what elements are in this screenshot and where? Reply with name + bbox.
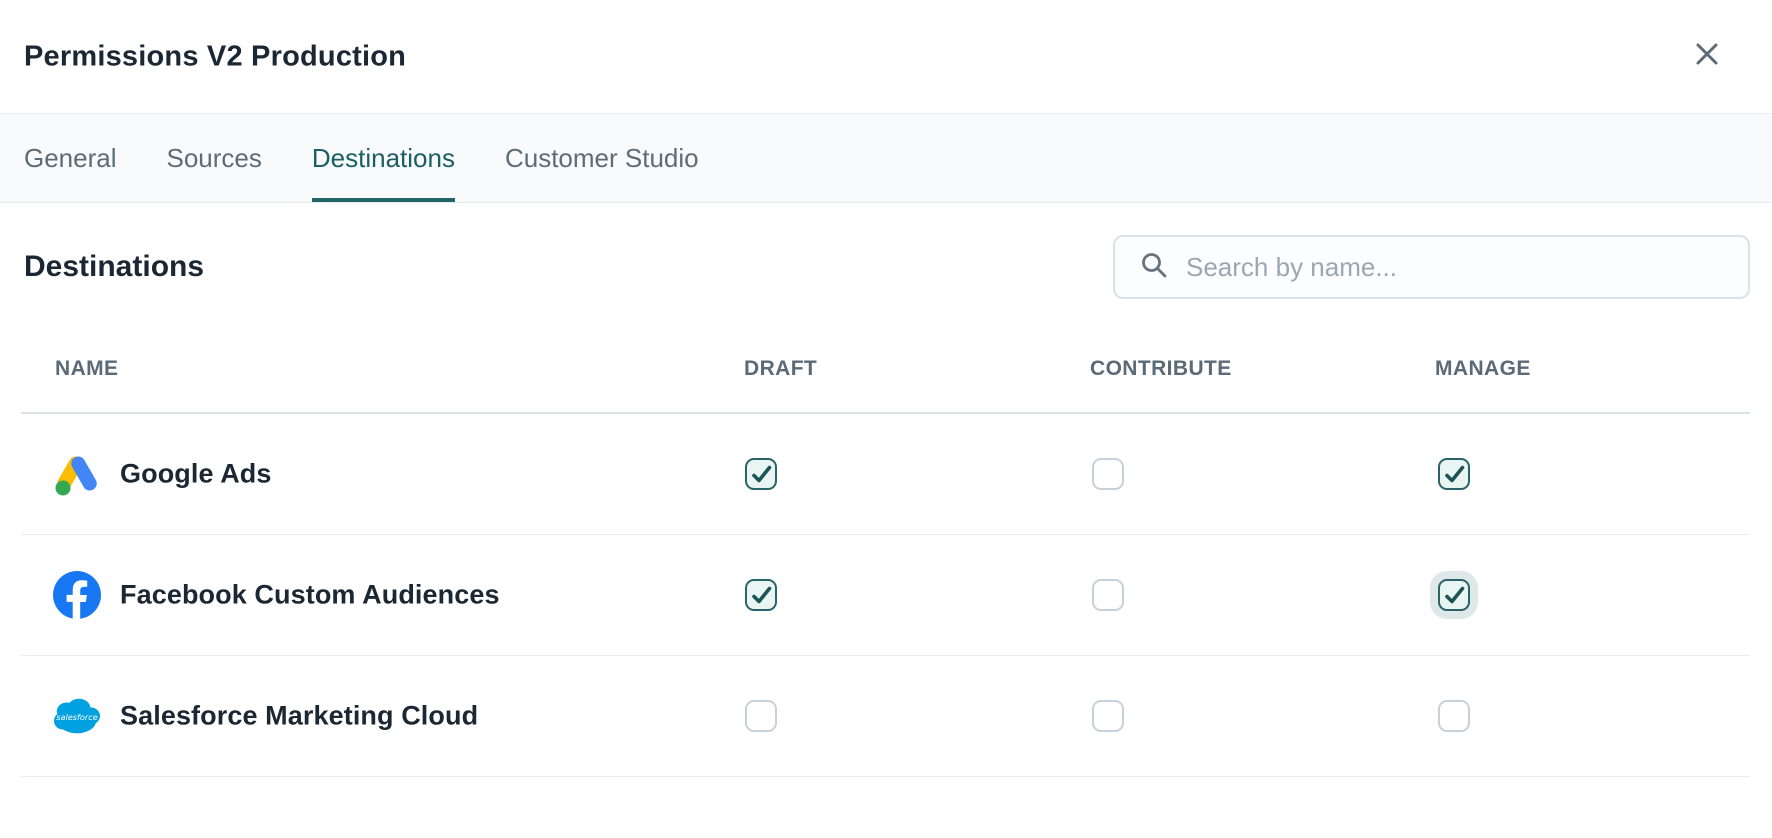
destination-name: Google Ads — [120, 459, 272, 490]
checkbox-manage[interactable] — [1438, 458, 1470, 490]
destinations-table: NAME DRAFT CONTRIBUTE MANAGE Google Ads … — [21, 299, 1750, 777]
column-header-draft: DRAFT — [744, 357, 817, 381]
close-icon — [1691, 38, 1723, 73]
column-header-manage: MANAGE — [1435, 357, 1531, 381]
tab-destinations[interactable]: Destinations — [312, 114, 455, 202]
tab-sources[interactable]: Sources — [167, 114, 262, 202]
checkbox-contribute[interactable] — [1092, 458, 1124, 490]
check-icon — [749, 583, 773, 607]
search-icon — [1139, 250, 1169, 285]
table-row: Google Ads — [21, 414, 1750, 535]
svg-text:salesforce: salesforce — [56, 712, 98, 722]
check-icon — [1442, 583, 1466, 607]
salesforce-logo: salesforce — [53, 692, 101, 740]
check-icon — [1442, 462, 1466, 486]
google-ads-logo — [53, 450, 101, 498]
search-box — [1113, 235, 1750, 299]
checkbox-contribute[interactable] — [1092, 579, 1124, 611]
table-header-row: NAME DRAFT CONTRIBUTE MANAGE — [21, 299, 1750, 414]
checkbox-draft[interactable] — [745, 700, 777, 732]
table-row: salesforce Salesforce Marketing Cloud — [21, 656, 1750, 777]
modal-title: Permissions V2 Production — [24, 40, 406, 73]
checkbox-draft[interactable] — [745, 579, 777, 611]
checkbox-contribute[interactable] — [1092, 700, 1124, 732]
checkbox-manage[interactable] — [1438, 579, 1470, 611]
tab-customer-studio[interactable]: Customer Studio — [505, 114, 699, 202]
tab-general[interactable]: General — [24, 114, 117, 202]
close-button[interactable] — [1690, 38, 1724, 72]
search-input[interactable] — [1186, 252, 1734, 283]
page-title: Destinations — [24, 250, 204, 284]
table-row: Facebook Custom Audiences — [21, 535, 1750, 656]
checkbox-manage[interactable] — [1438, 700, 1470, 732]
modal-header: Permissions V2 Production — [0, 0, 1772, 113]
tab-bar: General Sources Destinations Customer Studi… — [0, 113, 1772, 203]
column-header-name: NAME — [55, 357, 118, 381]
facebook-logo — [53, 571, 101, 619]
column-header-contribute: CONTRIBUTE — [1090, 357, 1232, 381]
check-icon — [749, 462, 773, 486]
destination-name: Salesforce Marketing Cloud — [120, 701, 478, 732]
checkbox-draft[interactable] — [745, 458, 777, 490]
destination-name: Facebook Custom Audiences — [120, 580, 500, 611]
content-header: Destinations — [24, 235, 1750, 299]
